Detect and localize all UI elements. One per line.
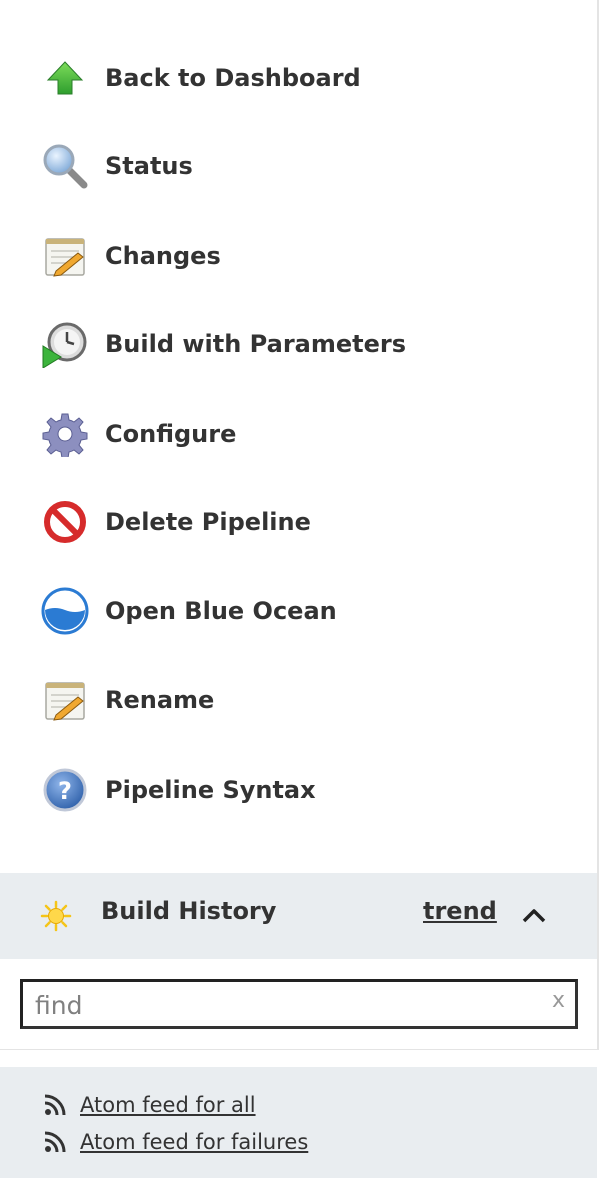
no-entry-icon xyxy=(40,497,90,547)
feed-label: Atom feed for all xyxy=(80,1093,256,1117)
build-history-header: Build History trend xyxy=(0,873,597,959)
trend-link[interactable]: trend xyxy=(423,897,497,925)
task-label: Delete Pipeline xyxy=(105,508,311,536)
task-label: Open Blue Ocean xyxy=(105,597,337,625)
clock-play-icon xyxy=(40,319,90,369)
blue-ocean-icon xyxy=(40,586,90,636)
task-label: Status xyxy=(105,152,193,180)
task-changes[interactable]: Changes xyxy=(40,231,221,281)
help-icon: ? xyxy=(40,765,90,815)
task-label: Pipeline Syntax xyxy=(105,776,316,804)
task-label: Configure xyxy=(105,420,237,448)
task-label: Rename xyxy=(105,686,215,714)
magnifier-icon xyxy=(40,141,90,191)
build-search-panel: x xyxy=(0,959,597,1050)
feeds-panel: Atom feed for all Atom feed for failures xyxy=(0,1067,597,1178)
task-status[interactable]: Status xyxy=(40,141,193,191)
task-back-to-dashboard[interactable]: Back to Dashboard xyxy=(40,53,361,103)
gear-icon xyxy=(40,409,90,459)
task-delete-pipeline[interactable]: Delete Pipeline xyxy=(40,497,311,547)
up-arrow-icon xyxy=(40,53,90,103)
svg-text:?: ? xyxy=(58,777,72,805)
build-history-title: Build History xyxy=(101,897,277,925)
chevron-up-icon[interactable] xyxy=(519,901,549,931)
task-pipeline-syntax[interactable]: ? Pipeline Syntax xyxy=(40,765,316,815)
clear-search-button[interactable]: x xyxy=(552,988,565,1013)
notepad-icon xyxy=(40,675,90,725)
atom-feed-failures-link[interactable]: Atom feed for failures xyxy=(44,1130,308,1154)
task-open-blue-ocean[interactable]: Open Blue Ocean xyxy=(40,586,337,636)
build-search-box: x xyxy=(20,979,578,1029)
rss-icon xyxy=(44,1131,66,1153)
task-label: Changes xyxy=(105,242,221,270)
search-input[interactable] xyxy=(33,982,537,1028)
task-rename[interactable]: Rename xyxy=(40,675,214,725)
task-label: Back to Dashboard xyxy=(105,64,361,92)
task-build-with-parameters[interactable]: Build with Parameters xyxy=(40,319,406,369)
feed-label: Atom feed for failures xyxy=(80,1130,309,1154)
sun-icon xyxy=(40,900,72,932)
rss-icon xyxy=(44,1094,66,1116)
task-label: Build with Parameters xyxy=(105,330,407,358)
task-configure[interactable]: Configure xyxy=(40,409,236,459)
atom-feed-all-link[interactable]: Atom feed for all xyxy=(44,1093,256,1117)
notepad-icon xyxy=(40,231,90,281)
